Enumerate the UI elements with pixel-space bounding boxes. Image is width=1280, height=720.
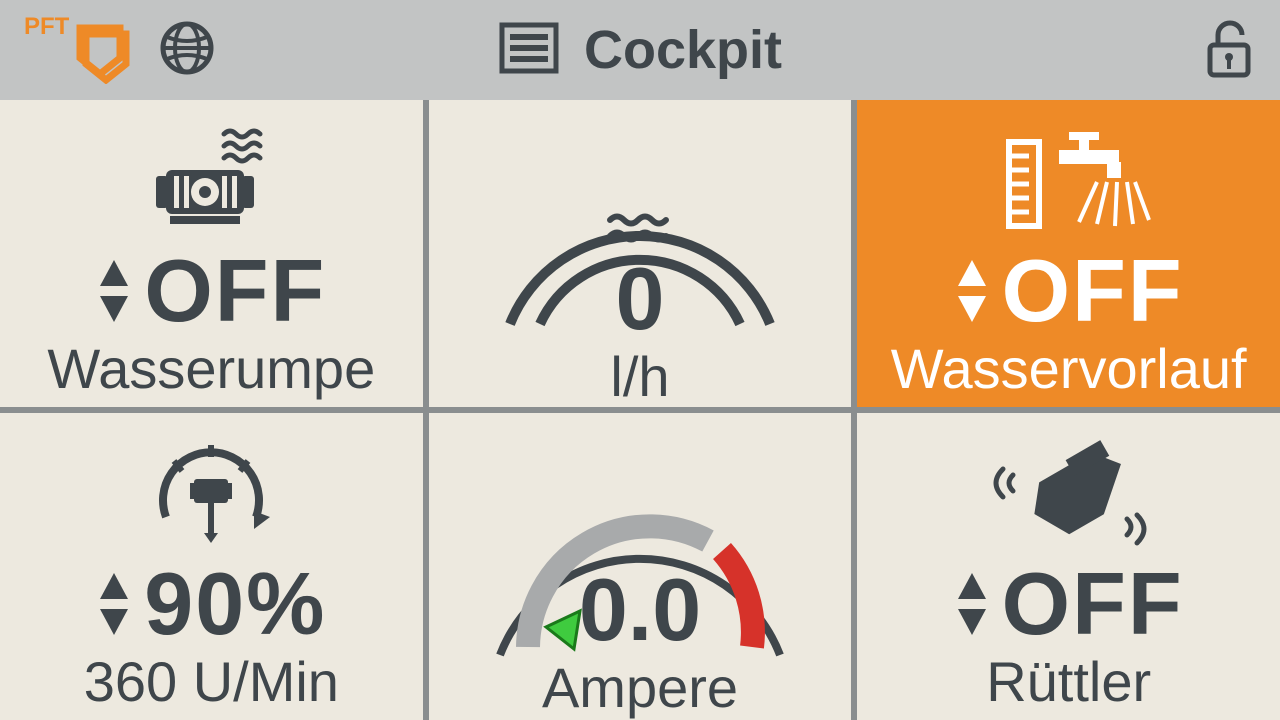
up-down-icon <box>96 569 132 639</box>
header-right <box>1198 17 1256 84</box>
tile-value: 90% <box>144 553 326 655</box>
vibrator-icon <box>989 439 1149 549</box>
tile-flow[interactable]: 0 l/h <box>429 100 852 407</box>
tile-value: OFF <box>144 240 326 342</box>
tile-ruettler[interactable]: OFF Rüttler <box>857 413 1280 720</box>
brand-text: PFT <box>24 13 70 40</box>
gauge-value: 0 <box>429 248 852 350</box>
gauge-value: 0.0 <box>429 559 852 661</box>
brand-logo: PFT <box>24 12 134 89</box>
tile-label: Rüttler <box>986 649 1151 714</box>
tile-value: OFF <box>1002 553 1184 655</box>
tile-grid: OFF Wasserumpe 0 l/h <box>0 100 1280 720</box>
pump-icon <box>136 126 286 236</box>
up-down-icon <box>954 256 990 326</box>
tile-label: Wasserumpe <box>47 336 375 401</box>
header-left: PFT <box>24 12 216 89</box>
unlock-icon[interactable] <box>1198 17 1256 84</box>
up-down-icon <box>96 256 132 326</box>
tile-wasservorlauf[interactable]: OFF Wasservorlauf <box>857 100 1280 407</box>
tile-value: OFF <box>1002 240 1184 342</box>
rpm-icon <box>136 439 286 549</box>
header-bar: PFT Cockpit <box>0 0 1280 100</box>
tile-label: Wasservorlauf <box>891 336 1247 401</box>
tile-ampere[interactable]: 0.0 Ampere <box>429 413 852 720</box>
gauge-unit: l/h <box>429 344 852 409</box>
water-inlet-icon <box>979 126 1159 236</box>
up-down-icon <box>954 569 990 639</box>
header-center: Cockpit <box>498 19 782 81</box>
tile-speed[interactable]: 90% 360 U/Min <box>0 413 423 720</box>
globe-icon[interactable] <box>158 19 216 82</box>
menu-icon[interactable] <box>498 21 560 80</box>
gauge-unit: Ampere <box>429 655 852 720</box>
page-title: Cockpit <box>584 19 782 81</box>
tile-label: 360 U/Min <box>84 649 339 714</box>
tile-wasserumpe[interactable]: OFF Wasserumpe <box>0 100 423 407</box>
